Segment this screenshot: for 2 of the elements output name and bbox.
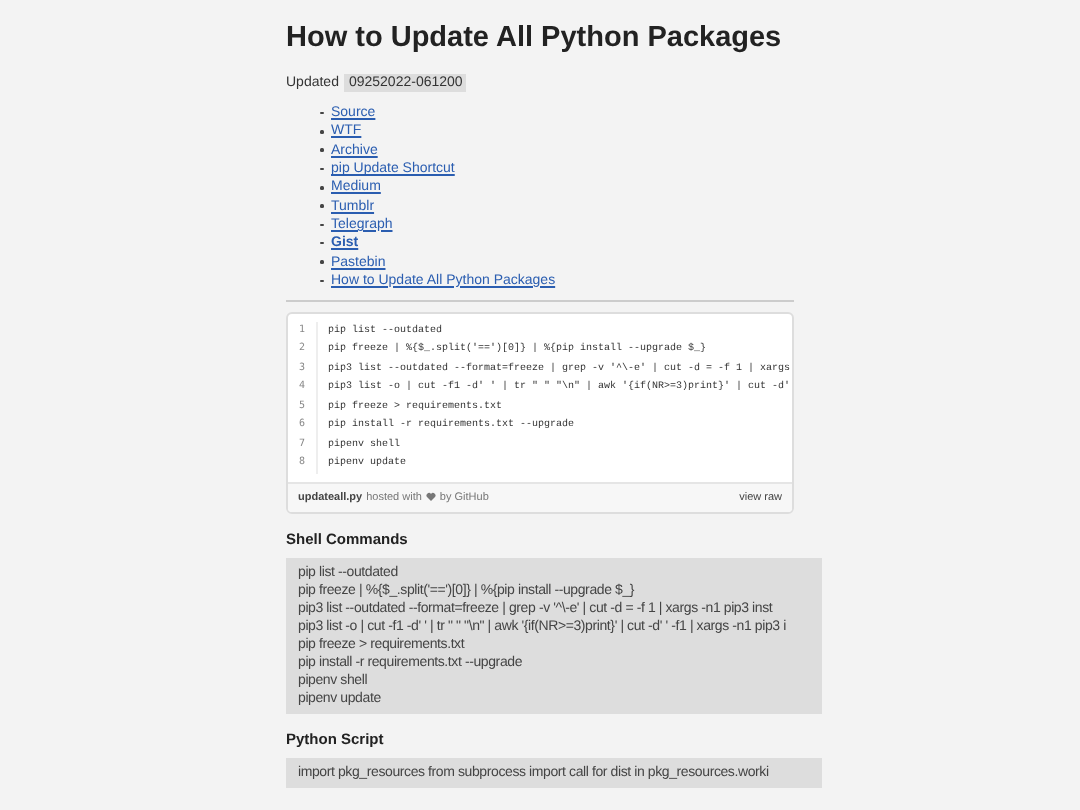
page-title: How to Update All Python Packages bbox=[286, 20, 782, 56]
heart-icon bbox=[425, 492, 436, 503]
